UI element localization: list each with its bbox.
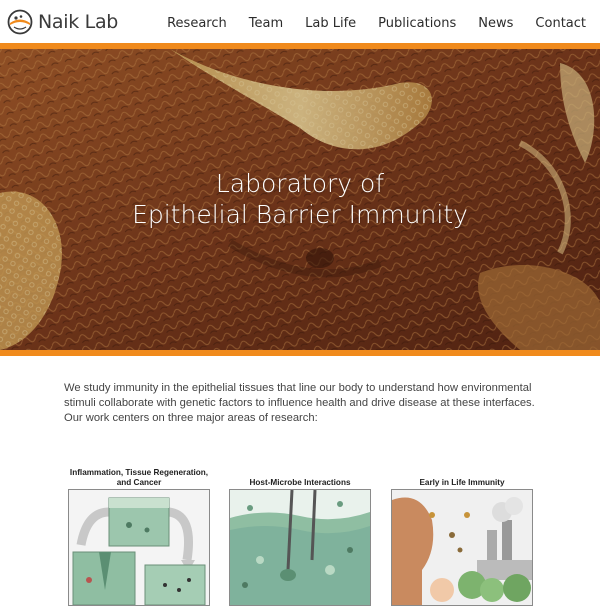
logo-text: Naik Lab xyxy=(38,11,119,33)
research-card-image-inflammation[interactable] xyxy=(68,489,210,606)
research-card-title: Host-Microbe Interactions xyxy=(249,478,351,487)
research-card-image-host-microbe[interactable] xyxy=(229,489,371,606)
logo[interactable]: Naik Lab xyxy=(7,9,118,35)
nav-publications[interactable]: Publications xyxy=(378,15,456,33)
research-card-title: Inflammation, Tissue Regeneration, and C… xyxy=(69,468,209,487)
nav-lab-life[interactable]: Lab Life xyxy=(305,15,356,33)
early-life-illustration-icon xyxy=(392,490,532,605)
intro-paragraph: We study immunity in the epithelial tiss… xyxy=(64,382,535,424)
inflammation-illustration-icon xyxy=(69,490,209,605)
research-card-image-early-life[interactable] xyxy=(391,489,533,606)
logo-icon xyxy=(7,9,33,35)
host-microbe-illustration-icon xyxy=(230,490,370,605)
hero-title-line1: Laboratory of xyxy=(215,169,385,198)
nav-research[interactable]: Research xyxy=(167,15,227,33)
hero-title-line2: Epithelial Barrier Immunity xyxy=(132,200,468,229)
site-header: Naik Lab Research Team Lab Life Publicat… xyxy=(0,0,600,43)
nav-team[interactable]: Team xyxy=(249,15,283,33)
hero-banner: Laboratory of Epithelial Barrier Immunit… xyxy=(0,43,600,356)
main-nav: Research Team Lab Life Publications News… xyxy=(167,15,586,33)
nav-contact[interactable]: Contact xyxy=(535,15,586,33)
research-card-title: Early in Life Immunity xyxy=(419,478,505,487)
hero-title: Laboratory of Epithelial Barrier Immunit… xyxy=(0,168,600,230)
nav-news[interactable]: News xyxy=(478,15,513,33)
